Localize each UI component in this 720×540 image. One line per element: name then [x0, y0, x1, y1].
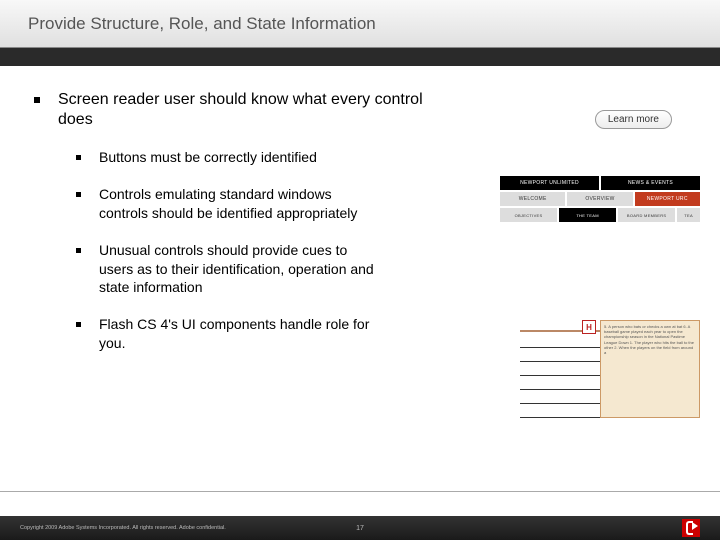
divider — [0, 491, 720, 492]
bullet-text: Flash CS 4's UI components handle role f… — [99, 315, 379, 353]
crossword-clues: 5. A person who bats or checks a own at … — [600, 320, 700, 418]
crossword-cell: H — [582, 320, 596, 334]
sub-bullet-list: Buttons must be correctly identified Con… — [76, 148, 444, 353]
title-bar: Provide Structure, Role, and State Infor… — [0, 0, 720, 48]
main-heading: Screen reader user should know what ever… — [58, 90, 444, 130]
content-area: Screen reader user should know what ever… — [34, 90, 700, 480]
tab: BOARD MEMBERS — [618, 208, 675, 222]
crossword-example: H 5. A person who bats or checks a own a… — [520, 320, 700, 418]
tab: OVERVIEW — [567, 192, 632, 206]
list-item: Buttons must be correctly identified — [76, 148, 444, 167]
bullet-icon — [76, 192, 81, 197]
list-item: Controls emulating standard windows cont… — [76, 185, 444, 223]
tab: THE TEAM — [559, 208, 616, 222]
tab: NEWPORT URC — [635, 192, 700, 206]
image-column: Learn more NEWPORT UNLIMITED NEWS & EVEN… — [444, 90, 700, 480]
footer-bar: Copyright 2009 Adobe Systems Incorporate… — [0, 516, 720, 540]
learn-more-button[interactable]: Learn more — [595, 110, 672, 129]
slide-title: Provide Structure, Role, and State Infor… — [28, 14, 376, 34]
adobe-logo-icon — [682, 519, 700, 537]
bullet-icon — [76, 248, 81, 253]
tab: NEWS & EVENTS — [601, 176, 700, 190]
list-item: Flash CS 4's UI components handle role f… — [76, 315, 444, 353]
copyright-text: Copyright 2009 Adobe Systems Incorporate… — [20, 525, 682, 531]
tab: OBJECTIVES — [500, 208, 557, 222]
crossword-grid: H — [520, 320, 600, 418]
dark-strip — [0, 48, 720, 66]
list-item: Unusual controls should provide cues to … — [76, 241, 444, 298]
bullet-text: Unusual controls should provide cues to … — [99, 241, 379, 298]
tabs-example: NEWPORT UNLIMITED NEWS & EVENTS WELCOME … — [500, 176, 700, 224]
bullet-icon — [34, 97, 40, 103]
bullet-text: Buttons must be correctly identified — [99, 148, 317, 167]
bullet-icon — [76, 322, 81, 327]
page-number: 17 — [356, 525, 364, 532]
tab: NEWPORT UNLIMITED — [500, 176, 599, 190]
tab: TEA — [677, 208, 700, 222]
main-bullet: Screen reader user should know what ever… — [34, 90, 444, 130]
text-column: Screen reader user should know what ever… — [34, 90, 444, 480]
tab: WELCOME — [500, 192, 565, 206]
bullet-icon — [76, 155, 81, 160]
bullet-text: Controls emulating standard windows cont… — [99, 185, 379, 223]
